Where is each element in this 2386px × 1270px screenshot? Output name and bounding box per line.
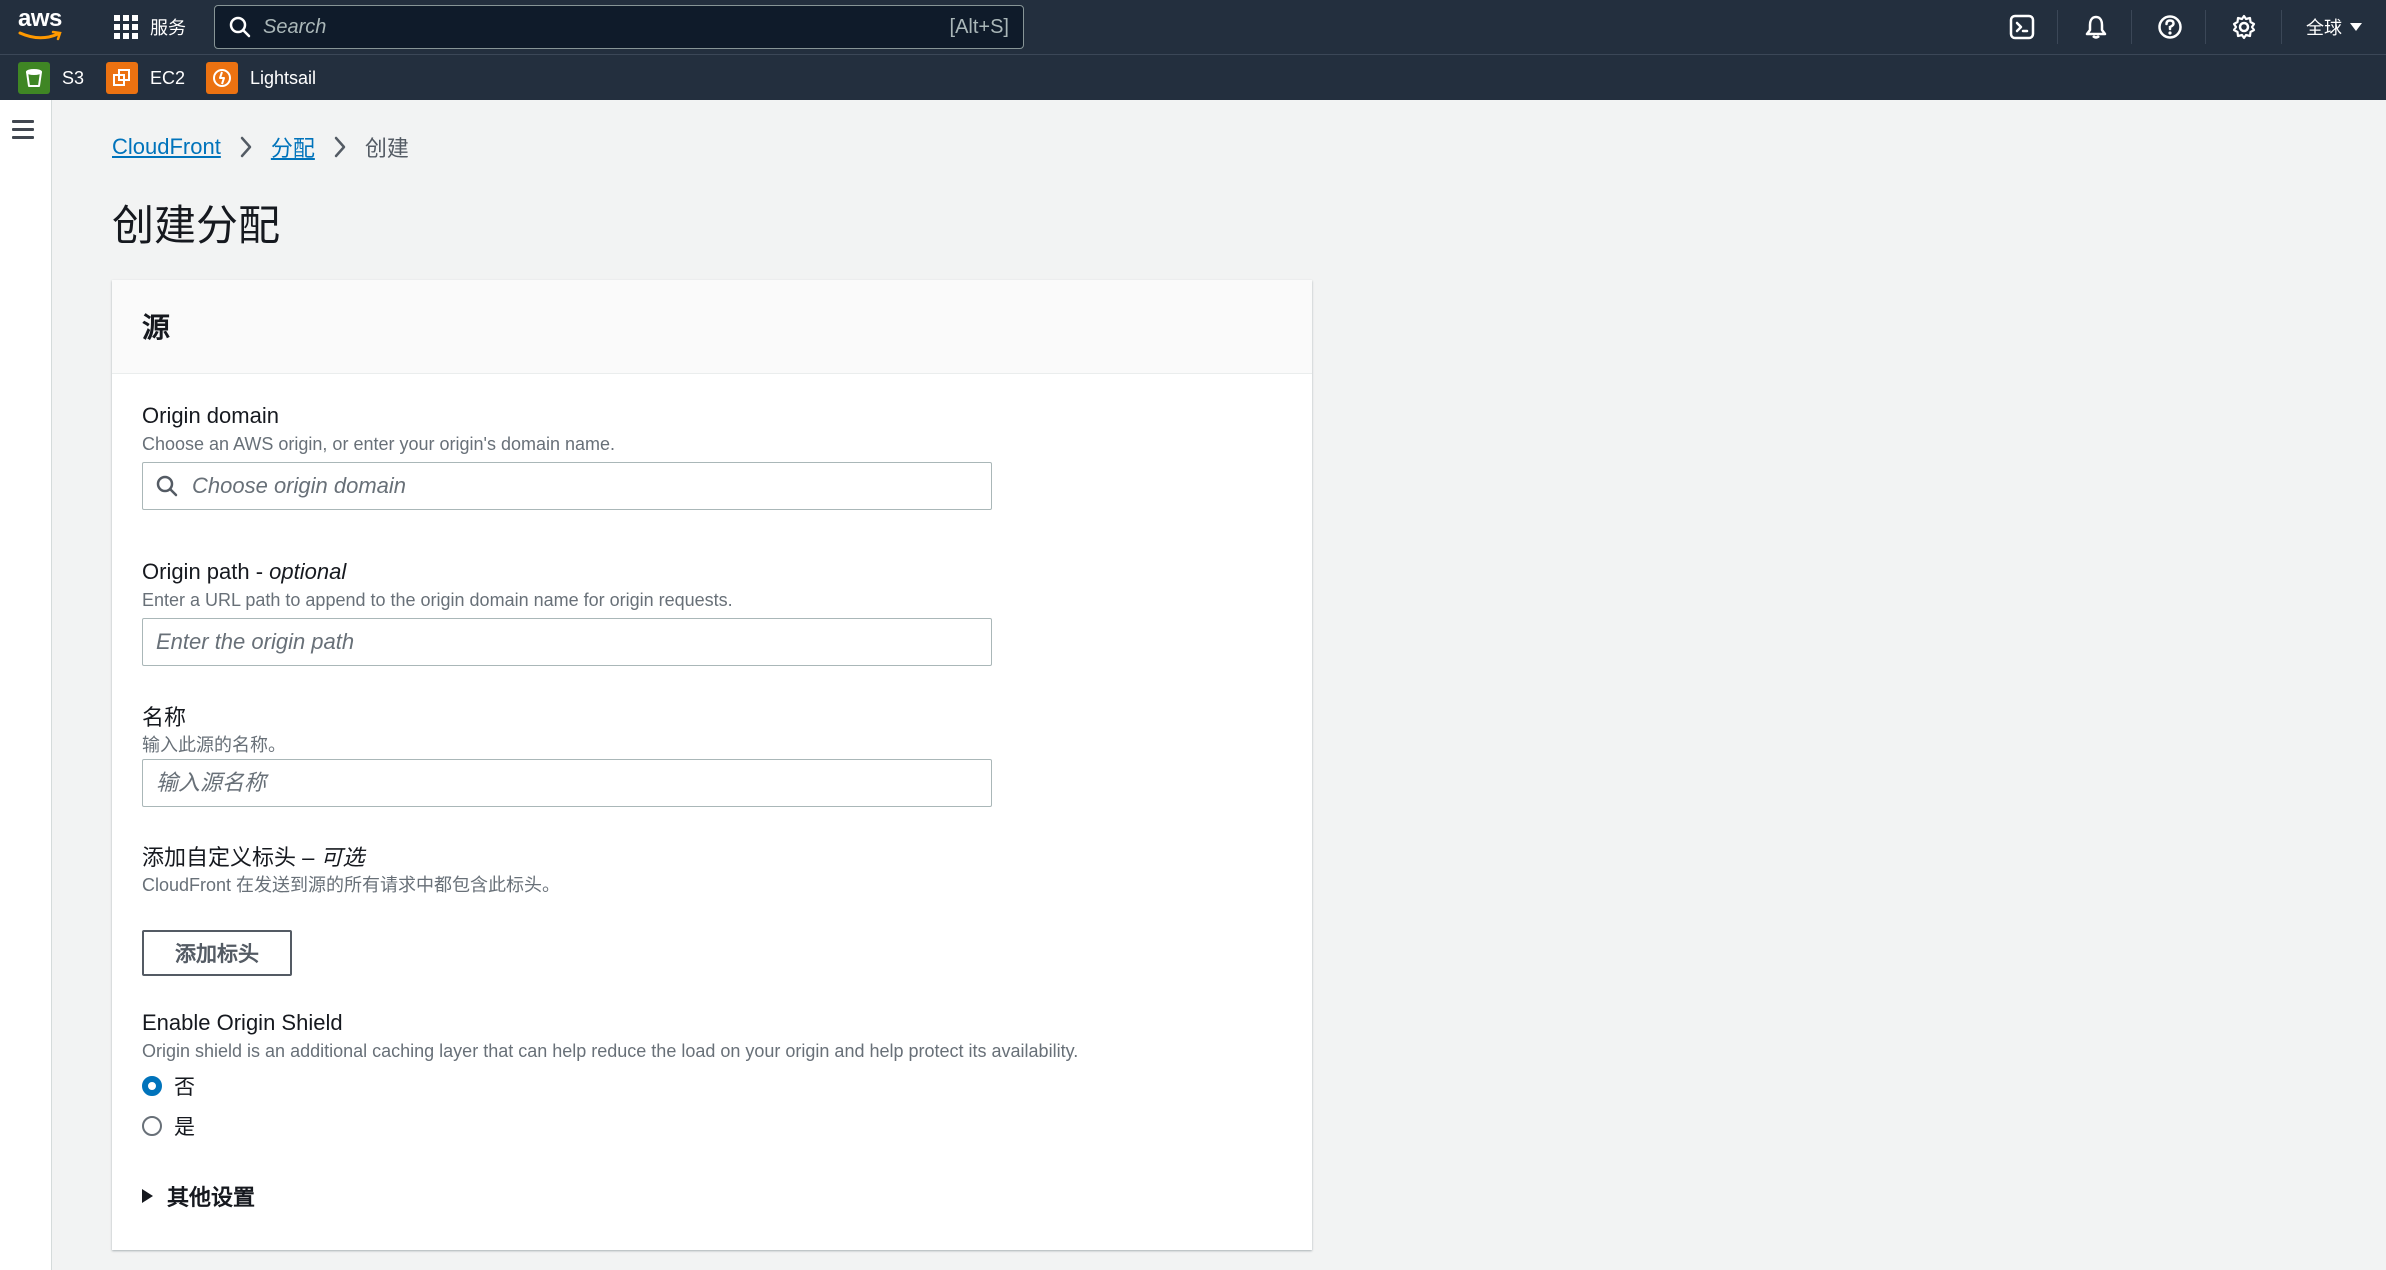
lightsail-icon (206, 62, 238, 94)
grid-menu-icon (114, 15, 138, 39)
side-navigation-rail (0, 100, 52, 1270)
bell-icon[interactable] (2081, 12, 2111, 42)
global-search-box[interactable]: [Alt+S] (214, 5, 1024, 49)
origin-shield-description: Origin shield is an additional caching l… (142, 1041, 1079, 1061)
additional-settings-label: 其他设置 (167, 1185, 256, 1210)
menu-hamburger-icon[interactable] (12, 120, 34, 140)
top-navigation: aws 服务 [Alt+S] (0, 0, 2386, 100)
custom-header-label-text: 添加自定义标头 – (142, 845, 321, 870)
origin-path-label-text: Origin path - (142, 559, 270, 584)
radio-label: 否 (174, 1076, 195, 1099)
page-title: 创建分配 (112, 202, 281, 249)
origin-name-label: 名称 (142, 705, 187, 730)
favorite-s3[interactable]: S3 (18, 62, 84, 94)
origin-panel: 源 Origin domain Choose an AWS origin, or… (112, 280, 1312, 1250)
breadcrumb-current: 创建 (364, 136, 409, 161)
top-navigation-main-row: aws 服务 [Alt+S] (0, 0, 2386, 54)
custom-header-label: 添加自定义标头 – 可选 (142, 840, 364, 872)
favorite-label: Lightsail (250, 67, 317, 88)
caret-right-icon (142, 1189, 153, 1203)
origin-path-description: Enter a URL path to append to the origin… (142, 590, 733, 610)
nav-divider (2057, 10, 2058, 44)
region-label: 全球 (2306, 18, 2342, 38)
favorite-lightsail[interactable]: Lightsail (206, 62, 316, 94)
origin-name-input[interactable] (143, 760, 991, 806)
aws-logo-text: aws (18, 5, 62, 32)
radio-button-checked[interactable] (142, 1076, 162, 1096)
panel-title: 源 (142, 312, 171, 343)
search-input[interactable] (263, 15, 950, 39)
origin-name-field[interactable] (142, 759, 992, 807)
favorites-bar: S3 EC2 Lightsail (0, 54, 2386, 100)
origin-path-input[interactable] (143, 619, 991, 665)
radio-label: 是 (174, 1116, 195, 1139)
panel-header: 源 (112, 280, 1312, 374)
breadcrumb: CloudFront 分配 创建 (112, 132, 409, 162)
origin-shield-option-no[interactable]: 否 (142, 1072, 195, 1100)
origin-domain-input[interactable] (178, 463, 991, 509)
services-menu-button[interactable]: 服务 (114, 12, 186, 42)
custom-header-description: CloudFront 在发送到源的所有请求中都包含此标头。 (142, 875, 561, 895)
origin-domain-description: Choose an AWS origin, or enter your orig… (142, 434, 616, 454)
aws-smile-icon (18, 30, 62, 41)
favorite-label: EC2 (150, 67, 186, 88)
ec2-instance-icon (106, 62, 138, 94)
favorite-ec2[interactable]: EC2 (106, 62, 185, 94)
help-icon[interactable] (2155, 12, 2185, 42)
add-header-button[interactable]: 添加标头 (142, 930, 292, 976)
origin-shield-label: Enable Origin Shield (142, 1010, 343, 1035)
breadcrumb-link-distributions[interactable]: 分配 (271, 131, 315, 163)
optional-tag: optional (269, 559, 347, 584)
additional-settings-expander[interactable]: 其他设置 (142, 1180, 255, 1212)
nav-divider (2131, 10, 2132, 44)
chevron-right-icon (240, 136, 252, 158)
search-icon (156, 475, 178, 497)
s3-bucket-icon (18, 62, 50, 94)
search-icon (229, 16, 251, 38)
origin-path-label: Origin path - optional (142, 559, 346, 585)
nav-divider (2281, 10, 2282, 44)
origin-shield-option-yes[interactable]: 是 (142, 1112, 195, 1140)
cloudshell-icon[interactable] (2007, 12, 2037, 42)
gear-icon[interactable] (2229, 12, 2259, 42)
caret-down-icon (2350, 23, 2362, 31)
aws-logo[interactable]: aws (18, 5, 66, 44)
origin-name-description: 输入此源的名称。 (142, 735, 286, 755)
region-selector[interactable]: 全球 (2306, 12, 2362, 42)
radio-button-unchecked[interactable] (142, 1116, 162, 1136)
favorite-label: S3 (62, 67, 85, 88)
nav-divider (2205, 10, 2206, 44)
breadcrumb-link-cloudfront[interactable]: CloudFront (112, 134, 221, 160)
origin-path-field[interactable] (142, 618, 992, 666)
optional-tag: 可选 (320, 845, 365, 870)
origin-domain-combobox[interactable] (142, 462, 992, 510)
search-shortcut-hint: [Alt+S] (949, 15, 1009, 38)
services-label: 服务 (150, 18, 186, 38)
chevron-right-icon (334, 136, 346, 158)
origin-domain-label: Origin domain (142, 403, 279, 428)
